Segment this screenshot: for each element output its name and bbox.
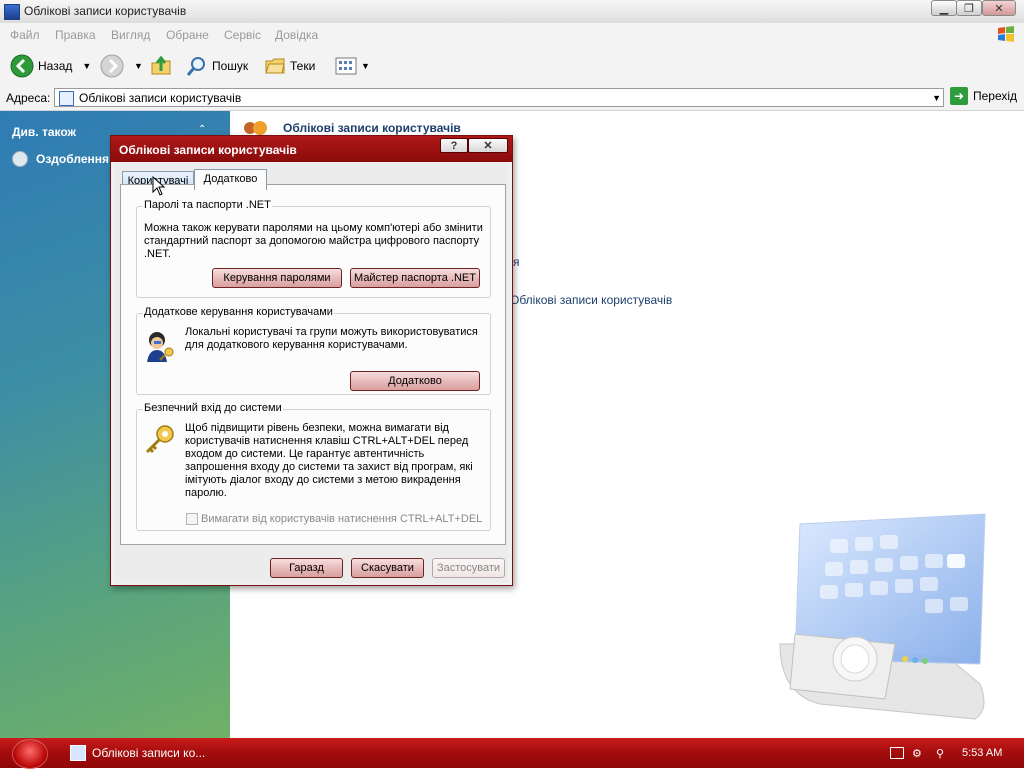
main-link-partial[interactable]: я	[513, 255, 520, 269]
passwords-group-title: Паролі та паспорти .NET	[143, 199, 272, 211]
advanced-button[interactable]: Додатково	[350, 371, 480, 391]
chevron-down-icon[interactable]: ▼	[134, 61, 143, 71]
chevron-down-icon[interactable]: ▼	[82, 61, 91, 71]
ok-button[interactable]: Гаразд	[270, 558, 343, 578]
minimize-button[interactable]: ▁	[931, 0, 957, 16]
address-bar: Адреса: Облікові записи користувачів ▼ ➜…	[0, 86, 1024, 111]
dialog-close-button[interactable]: ✕	[468, 138, 508, 153]
window-title: Облікові записи користувачів	[24, 4, 187, 18]
back-label: Назад	[38, 59, 73, 73]
control-panel-illustration	[779, 513, 986, 720]
windows-logo-icon	[998, 26, 1014, 42]
up-folder-button[interactable]	[150, 54, 172, 78]
window-icon	[4, 4, 20, 20]
close-button[interactable]: ✕	[982, 0, 1016, 16]
folders-label: Теки	[290, 59, 316, 73]
address-input[interactable]: Облікові записи користувачів ▼	[54, 88, 944, 107]
cancel-button[interactable]: Скасувати	[351, 558, 424, 578]
require-ctrl-alt-del-label: Вимагати від користувачів натиснення CTR…	[201, 513, 483, 525]
window-icon	[70, 745, 86, 761]
menu-file[interactable]: Файл	[10, 28, 40, 42]
secure-logon-group: Безпечний вхід до системи Щоб підвищити …	[136, 402, 491, 531]
chevron-down-icon[interactable]: ▼	[932, 93, 941, 103]
themes-icon	[12, 151, 28, 167]
mouse-cursor-icon	[152, 176, 166, 196]
user-accounts-dialog: Облікові записи користувачів ? ✕ Користу…	[110, 135, 513, 586]
views-button[interactable]: ▼	[335, 54, 370, 78]
folders-button[interactable]: Теки	[264, 54, 315, 78]
sidebar-item-label: Оздоблення т	[36, 152, 119, 166]
see-also-title: Див. також	[12, 125, 77, 139]
dialog-body: Користувачі Додатково Паролі та паспорти…	[115, 162, 508, 583]
chevron-up-icon[interactable]: ⌃	[198, 124, 206, 135]
secure-logon-description: Щоб підвищити рівень безпеки, можна вима…	[185, 422, 473, 499]
menu-tools[interactable]: Сервіс	[224, 28, 261, 42]
network-icon[interactable]: ⚙	[912, 747, 928, 760]
tab-panel-advanced: Паролі та паспорти .NET Можна також керу…	[120, 184, 506, 545]
menu-view[interactable]: Вигляд	[111, 28, 150, 42]
taskbar: Облікові записи ко... ⚙ ⚲ 5:53 AM	[0, 738, 1024, 769]
toolbar: Назад ▼ ▼ Пошук Теки ▼	[0, 46, 1024, 87]
manage-passwords-button[interactable]: Керування паролями	[212, 268, 342, 288]
advanced-description: Локальні користувачі та групи можуть вик…	[185, 326, 478, 351]
menu-bar: Файл Правка Вигляд Обране Сервіс Довідка	[0, 23, 1024, 47]
menu-edit[interactable]: Правка	[55, 28, 96, 42]
dialog-title-bar[interactable]: Облікові записи користувачів ? ✕	[111, 136, 512, 162]
dialog-title: Облікові записи користувачів	[119, 143, 297, 157]
users-key-icon	[147, 332, 174, 362]
forward-arrow-icon	[100, 54, 124, 78]
go-button[interactable]: ➜ Перехід	[950, 87, 1017, 105]
go-arrow-icon: ➜	[950, 87, 968, 105]
folder-icon	[59, 91, 74, 106]
secure-logon-group-title: Безпечний вхід до системи	[143, 402, 283, 414]
maximize-button[interactable]: ❐	[956, 0, 982, 16]
system-tray: ⚙ ⚲ 5:53 AM	[890, 738, 1024, 768]
search-label: Пошук	[212, 59, 249, 73]
go-label: Перехід	[973, 89, 1018, 103]
menu-favorites[interactable]: Обране	[166, 28, 209, 42]
main-heading[interactable]: Облікові записи користувачів	[283, 121, 461, 135]
search-icon[interactable]: ⚲	[936, 747, 950, 760]
up-folder-icon	[151, 55, 171, 75]
passwords-description: Можна також керувати паролями на цьому к…	[144, 222, 483, 260]
keyboard-icon[interactable]	[890, 747, 904, 759]
search-button[interactable]: Пошук	[186, 54, 248, 78]
help-button[interactable]: ?	[440, 138, 468, 153]
key-icon	[145, 425, 174, 454]
menu-help[interactable]: Довідка	[275, 28, 318, 42]
folders-icon	[265, 58, 285, 74]
start-button[interactable]	[12, 739, 48, 769]
back-button[interactable]: Назад ▼	[10, 54, 91, 78]
taskbar-window-button[interactable]: Облікові записи ко...	[70, 741, 220, 765]
require-ctrl-alt-del-checkbox[interactable]	[186, 513, 198, 525]
advanced-group-title: Додаткове керування користувачами	[143, 306, 334, 318]
apply-button[interactable]: Застосувати	[432, 558, 505, 578]
forward-button[interactable]: ▼	[100, 54, 143, 78]
address-value: Облікові записи користувачів	[79, 91, 242, 105]
chevron-down-icon[interactable]: ▼	[361, 61, 370, 71]
window-title-bar: Облікові записи користувачів ▁ ❐ ✕	[0, 0, 1024, 24]
net-passport-wizard-button[interactable]: Майстер паспорта .NET	[350, 268, 480, 288]
sidebar-item-themes[interactable]: Оздоблення т	[12, 151, 118, 167]
tab-advanced[interactable]: Додатково	[194, 169, 267, 190]
search-icon	[186, 57, 205, 76]
back-arrow-icon	[10, 54, 34, 78]
taskbar-window-label: Облікові записи ко...	[92, 746, 206, 760]
main-link-accounts[interactable]: Облікові записи користувачів	[510, 293, 672, 307]
passwords-group: Паролі та паспорти .NET Можна також керу…	[136, 199, 491, 298]
views-icon	[335, 57, 357, 75]
advanced-management-group: Додаткове керування користувачами Локаль…	[136, 306, 491, 395]
clock[interactable]: 5:53 AM	[962, 747, 1002, 759]
address-label: Адреса:	[6, 91, 51, 105]
